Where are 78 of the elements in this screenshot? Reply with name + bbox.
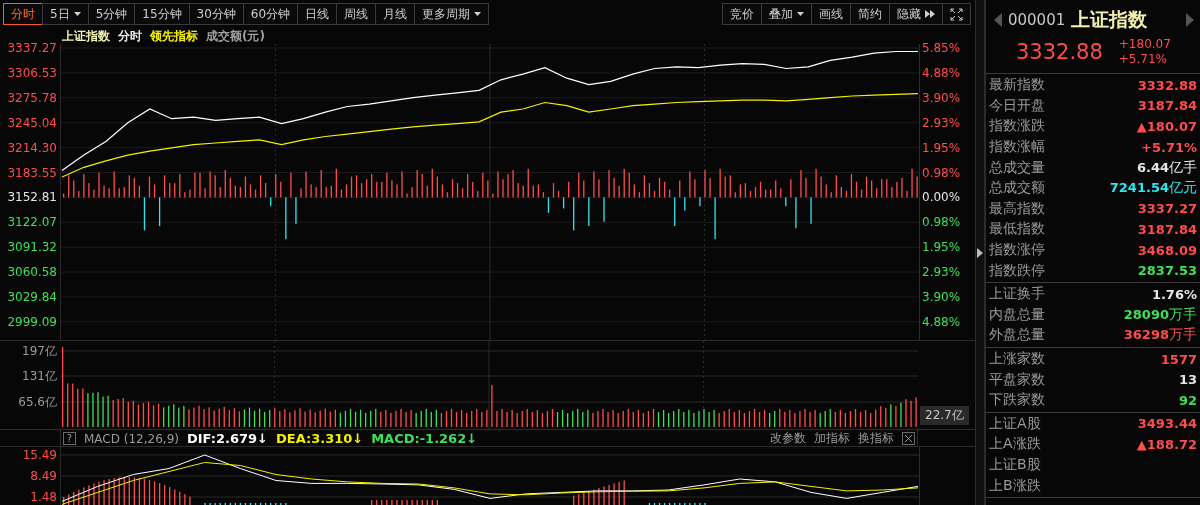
quote-value: 3468.09 — [1137, 242, 1197, 258]
volume-reading: 22.7亿 — [920, 406, 969, 425]
axis-label: 3091.32 — [7, 240, 57, 255]
quote-value: 3332.88 — [1137, 77, 1197, 93]
quote-label: 指数涨停 — [988, 241, 1045, 260]
axis-label: 3.90% — [922, 90, 961, 105]
indicator-title: MACD (12,26,9) — [84, 432, 179, 445]
quote-label: 上涨家数 — [988, 350, 1045, 368]
axis-label: 1.48 — [30, 490, 57, 504]
axis-label: 4.88% — [922, 65, 961, 80]
axis-label: 3337.27 — [7, 41, 57, 55]
quote-value: 3187.84 — [1137, 98, 1197, 114]
axis-label: 4.88% — [922, 314, 961, 329]
quote-label: 上证A股 — [988, 414, 1041, 433]
axis-label: 131亿 — [22, 367, 57, 385]
axis-label: 1.95% — [922, 240, 961, 255]
quote-label: 指数跌停 — [988, 261, 1045, 280]
index-name: 上证指数 — [1071, 6, 1148, 32]
axis-label: 3122.07 — [7, 215, 57, 230]
index-price: 3332.88 — [1014, 39, 1103, 64]
quote-label: 上B涨跌 — [988, 476, 1041, 495]
axis-label: 8.49 — [30, 469, 57, 483]
quote-value: 1577 — [1160, 351, 1197, 367]
axis-label: 0.98% — [922, 165, 961, 180]
indicator-reading: MACD:-1.262↓ — [371, 432, 478, 445]
quote-label: 外盘总量 — [988, 326, 1045, 345]
quote-label: 上证换手 — [988, 285, 1045, 304]
quote-value: +5.71% — [1141, 139, 1197, 155]
quote-label: 指数涨幅 — [988, 138, 1045, 157]
axis-label: 3183.55 — [7, 165, 57, 180]
axis-label: 3275.78 — [7, 90, 57, 105]
axis-label: 1.95% — [922, 140, 961, 155]
quote-value: ▲180.07 — [1136, 119, 1197, 134]
axis-label: 3214.30 — [7, 140, 57, 155]
quote-value: 3493.44 — [1137, 416, 1197, 432]
axis-label: 3060.58 — [7, 265, 57, 280]
axis-label: 5.85% — [922, 41, 961, 55]
axis-label: 3245.04 — [7, 115, 57, 130]
index-change: +180.07 — [1118, 36, 1171, 52]
quote-value: 7241.54亿元 — [1109, 179, 1197, 198]
indicator-reading: DIF:2.679↓ — [186, 432, 268, 445]
axis-label: 3152.81 — [7, 190, 57, 205]
quote-value: 3337.27 — [1137, 201, 1197, 217]
quote-value: 6.44亿手 — [1136, 158, 1197, 177]
quote-value: ▲188.72 — [1136, 436, 1197, 452]
axis-label: 2.93% — [922, 265, 961, 280]
axis-label: 3029.84 — [7, 290, 57, 304]
quote-value: 13 — [1178, 372, 1197, 388]
indicator-reading: DEA:3.310↓ — [275, 432, 364, 445]
quote-label: 最高指数 — [988, 199, 1045, 218]
quote-value: 92 — [1178, 392, 1197, 408]
axis-label: 65.6亿 — [18, 393, 57, 411]
axis-label: 2.93% — [922, 115, 961, 130]
quote-label: 总成交量 — [988, 158, 1045, 177]
quote-label: 最新指数 — [988, 76, 1045, 95]
axis-label: 15.49 — [22, 448, 57, 462]
quote-label: 上证B股 — [988, 456, 1041, 474]
axis-label: 3.90% — [922, 290, 961, 304]
quote-label: 总成交额 — [988, 179, 1045, 198]
quote-label: 下跌家数 — [988, 391, 1045, 410]
axis-label: 0.98% — [922, 215, 961, 230]
quote-value: 2837.53 — [1137, 263, 1197, 279]
quote-value: 28090万手 — [1123, 305, 1197, 324]
index-percent: +5.71% — [1118, 51, 1168, 67]
axis-label: 197亿 — [22, 342, 57, 360]
index-code: 000001 — [1007, 10, 1066, 29]
quote-value: 36298万手 — [1123, 326, 1197, 345]
quote-value: 1.76% — [1151, 286, 1197, 302]
quote-label: 今日开盘 — [988, 96, 1045, 115]
quote-label: 指数涨跌 — [988, 117, 1045, 136]
quote-value: 3187.84 — [1137, 221, 1197, 237]
quote-label: 内盘总量 — [988, 305, 1045, 324]
quote-label: 平盘家数 — [988, 370, 1045, 389]
axis-label: 2999.09 — [7, 314, 57, 329]
quote-label: 上A涨跌 — [988, 435, 1041, 454]
axis-label: 3306.53 — [7, 65, 57, 80]
axis-label: 0.00% — [922, 190, 961, 205]
quote-label: 最低指数 — [988, 220, 1045, 239]
